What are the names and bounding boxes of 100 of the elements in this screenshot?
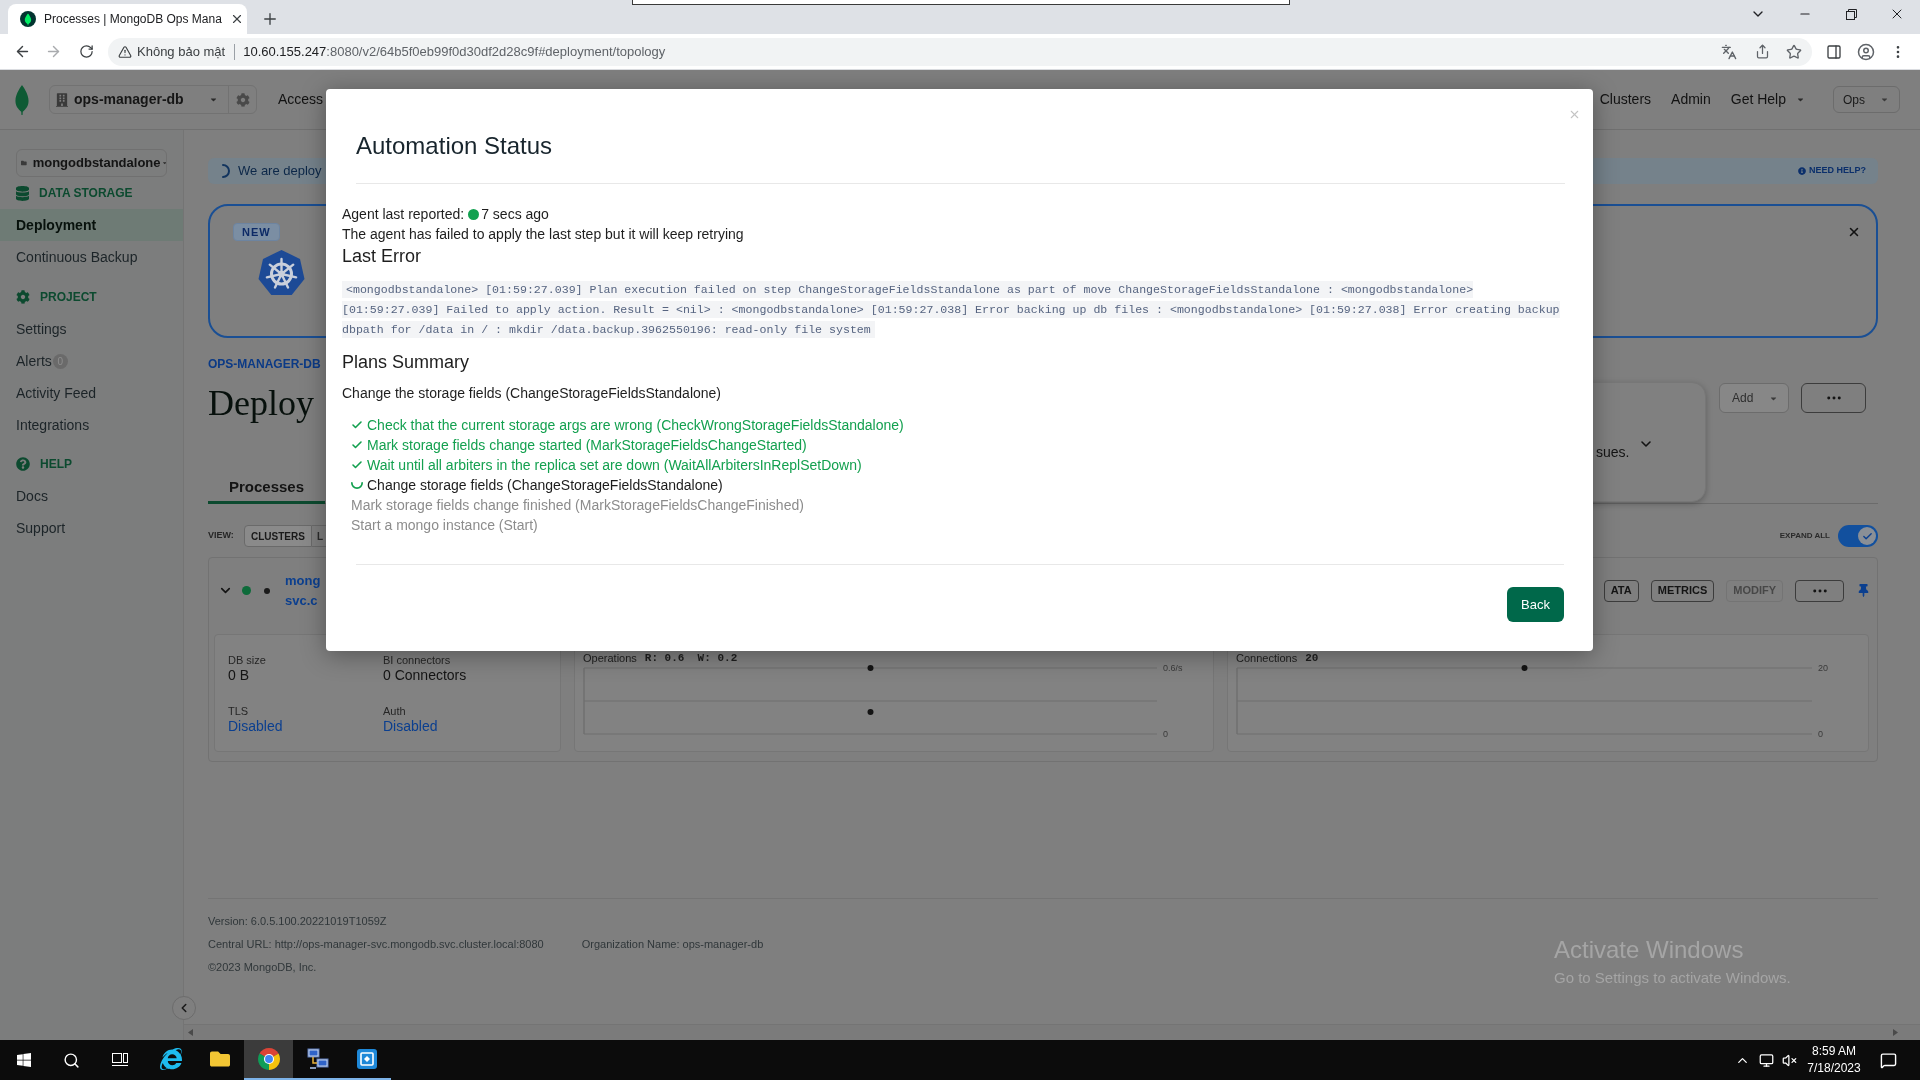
more-icon <box>1826 396 1841 400</box>
stat-label: Auth <box>383 705 407 718</box>
leaf-logo <box>14 84 30 115</box>
sidebar-item[interactable]: Support <box>0 512 183 544</box>
start-icon[interactable] <box>16 1052 32 1068</box>
project-selector[interactable]: mongodbstandalone <box>16 149 167 177</box>
new-tab-icon[interactable] <box>261 10 279 28</box>
nav-link[interactable]: Admin <box>1671 89 1711 110</box>
cluster-name-link[interactable]: mong <box>285 570 321 591</box>
muted-speaker-icon[interactable] <box>1781 1052 1797 1068</box>
e-logo-icon <box>159 1048 182 1070</box>
organization-dropdown[interactable]: ops-manager-db <box>50 86 229 113</box>
browser-icon <box>257 1048 280 1070</box>
info-icon <box>1798 167 1806 175</box>
data-point <box>1521 665 1528 671</box>
sidebar-item[interactable]: Integrations <box>0 409 183 441</box>
chart-reading: 20 <box>1305 652 1319 665</box>
leaf-icon <box>20 11 36 27</box>
sidebar-item[interactable]: Continuous Backup <box>0 241 183 273</box>
view-option[interactable]: CLUSTERS <box>244 525 312 547</box>
chart-title: Connections <box>1236 652 1298 665</box>
sidebar-item[interactable]: Deployment <box>0 209 183 241</box>
app-window-icon <box>356 1049 377 1069</box>
more-button[interactable] <box>1795 579 1844 602</box>
section-heading: Plans Summary <box>342 351 471 374</box>
check-icon <box>351 419 363 431</box>
section-heading: Last Error <box>342 245 423 268</box>
agent-message: The agent has failed to apply the last step but it will keep retrying <box>342 225 745 244</box>
stat-value[interactable]: Disabled <box>383 718 560 734</box>
plan-step: Start a mongo instance (Start) <box>351 515 538 535</box>
version-text: Version: 6.0.5.100.20221019T1059Z <box>208 914 388 929</box>
status-dot-icon <box>468 208 480 220</box>
profile-icon[interactable] <box>1857 42 1875 61</box>
plan-title: Change the storage fields (ChangeStorageFieldsStandalone) <box>342 384 723 403</box>
more-icon <box>1812 588 1827 593</box>
taskbar-button[interactable] <box>244 1040 293 1080</box>
spinner-icon <box>351 481 363 489</box>
central-url-text: Central URL: http://ops-manager-svc.mongodb.svc.cluster.local:8080 <box>208 937 544 952</box>
search-icon[interactable] <box>63 1051 80 1069</box>
nav-link[interactable]: Access <box>278 89 324 110</box>
action-button[interactable]: METRICS <box>1650 579 1715 602</box>
user-menu-button[interactable]: Ops <box>1833 86 1900 113</box>
sidebar-item[interactable]: Activity Feed <box>0 377 183 409</box>
stat-value: 0 Connectors <box>383 667 468 683</box>
stat-value[interactable]: Disabled <box>228 718 383 734</box>
view-label: VIEW: <box>208 529 235 543</box>
data-point <box>867 709 874 715</box>
help-icon <box>16 457 30 471</box>
network-icon[interactable] <box>1758 1052 1774 1068</box>
sidebar-section-title: DATA STORAGE <box>39 185 133 202</box>
toggle-switch[interactable] <box>1838 525 1878 547</box>
clock[interactable]: 8:59 AM 7/18/2023 <box>1800 1043 1868 1077</box>
sidebar-item[interactable]: Docs <box>0 480 183 512</box>
pin-icon[interactable] <box>1858 584 1869 597</box>
warning-icon[interactable] <box>118 44 132 59</box>
check-icon <box>351 439 363 451</box>
back-button[interactable]: Back <box>1507 587 1564 622</box>
error-log: <mongodbstandalone> [01:59:27.039] Plan execution failed on step ChangeStorageFieldsStandalone as part of move ChangeStorageFieldsStandalone : <mongodbstandalone> [01:59:27.039] Failed to apply action. Result = <nil> : <mongodbstandalone> [01:59:27.038] Error backing up db files : <mongodbstandalone> [01:59:27.038] Error creating backup dbpath for /data in / : mkdir /data.backup.3962550196: read-only file system <box>342 280 1561 340</box>
task-view-icon[interactable] <box>111 1053 128 1067</box>
nav-link[interactable]: Clusters <box>1599 89 1652 110</box>
stat-label: TLS <box>228 705 250 718</box>
plan-step: Wait until all arbiters in the replica set are down (WaitAllArbitersInReplSetDown) <box>367 455 862 475</box>
sidebar-item[interactable]: Settings <box>0 313 183 345</box>
check-icon <box>1861 530 1873 542</box>
side-panel-icon[interactable] <box>1826 43 1842 60</box>
nav-link[interactable]: Get Help <box>1730 89 1805 110</box>
reload-icon[interactable] <box>78 44 94 59</box>
star-icon[interactable] <box>1786 43 1802 60</box>
copyright-text: ©2023 MongoDB, Inc. <box>208 960 318 975</box>
sidebar-section-title: PROJECT <box>40 289 97 306</box>
browser-tab[interactable]: Processes | MongoDB Ops Mana <box>8 4 247 34</box>
translate-icon[interactable] <box>1721 43 1737 60</box>
cluster-name-link[interactable]: svc.c <box>285 590 321 611</box>
more-button[interactable] <box>1801 383 1866 413</box>
folder-icon <box>208 1049 231 1069</box>
agent-time: 7 secs ago <box>481 204 549 224</box>
spinner-icon <box>222 164 230 178</box>
plan-step: Mark storage fields change started (MarkStorageFieldsChangeStarted) <box>367 435 807 455</box>
computers-icon <box>306 1048 329 1070</box>
page-title: Deploy <box>208 383 314 423</box>
stat-value: 0 B <box>228 667 250 683</box>
database-icon <box>16 185 29 201</box>
action-button[interactable]: ATA <box>1603 579 1639 602</box>
collapse-sidebar-button[interactable] <box>172 996 196 1020</box>
dialog-title: Automation Status <box>356 131 554 161</box>
restore-icon[interactable] <box>1845 8 1857 20</box>
breadcrumb-link[interactable]: OPS-MANAGER-DB <box>208 357 321 371</box>
axis-tick-label: 20 <box>1818 665 1828 673</box>
notification-icon[interactable] <box>1879 1051 1897 1069</box>
need-help-link[interactable]: NEED HELP? <box>1798 164 1866 178</box>
url-text[interactable]: 10.60.155.247:8080/v2/64b5f0eb99f0d30df2d28c9f#deployment/topology <box>243 41 666 62</box>
address-field[interactable]: Không bảo mật 10.60.155.247:8080/v2/64b5f0eb99f0d30df2d28c9f#deployment/topology <box>108 37 1812 66</box>
security-label[interactable]: Không bảo mật <box>137 41 226 62</box>
status-dot-icon <box>242 586 251 595</box>
organization-text: Organization Name: ops-manager-db <box>581 937 764 952</box>
check-icon <box>351 459 363 471</box>
plan-step: Check that the current storage args are wrong (CheckWrongStorageFieldsStandalone) <box>367 415 904 435</box>
helm-wheel-icon <box>257 249 306 297</box>
agent-label: Agent last reported: <box>342 204 465 224</box>
share-icon[interactable] <box>1755 44 1770 59</box>
